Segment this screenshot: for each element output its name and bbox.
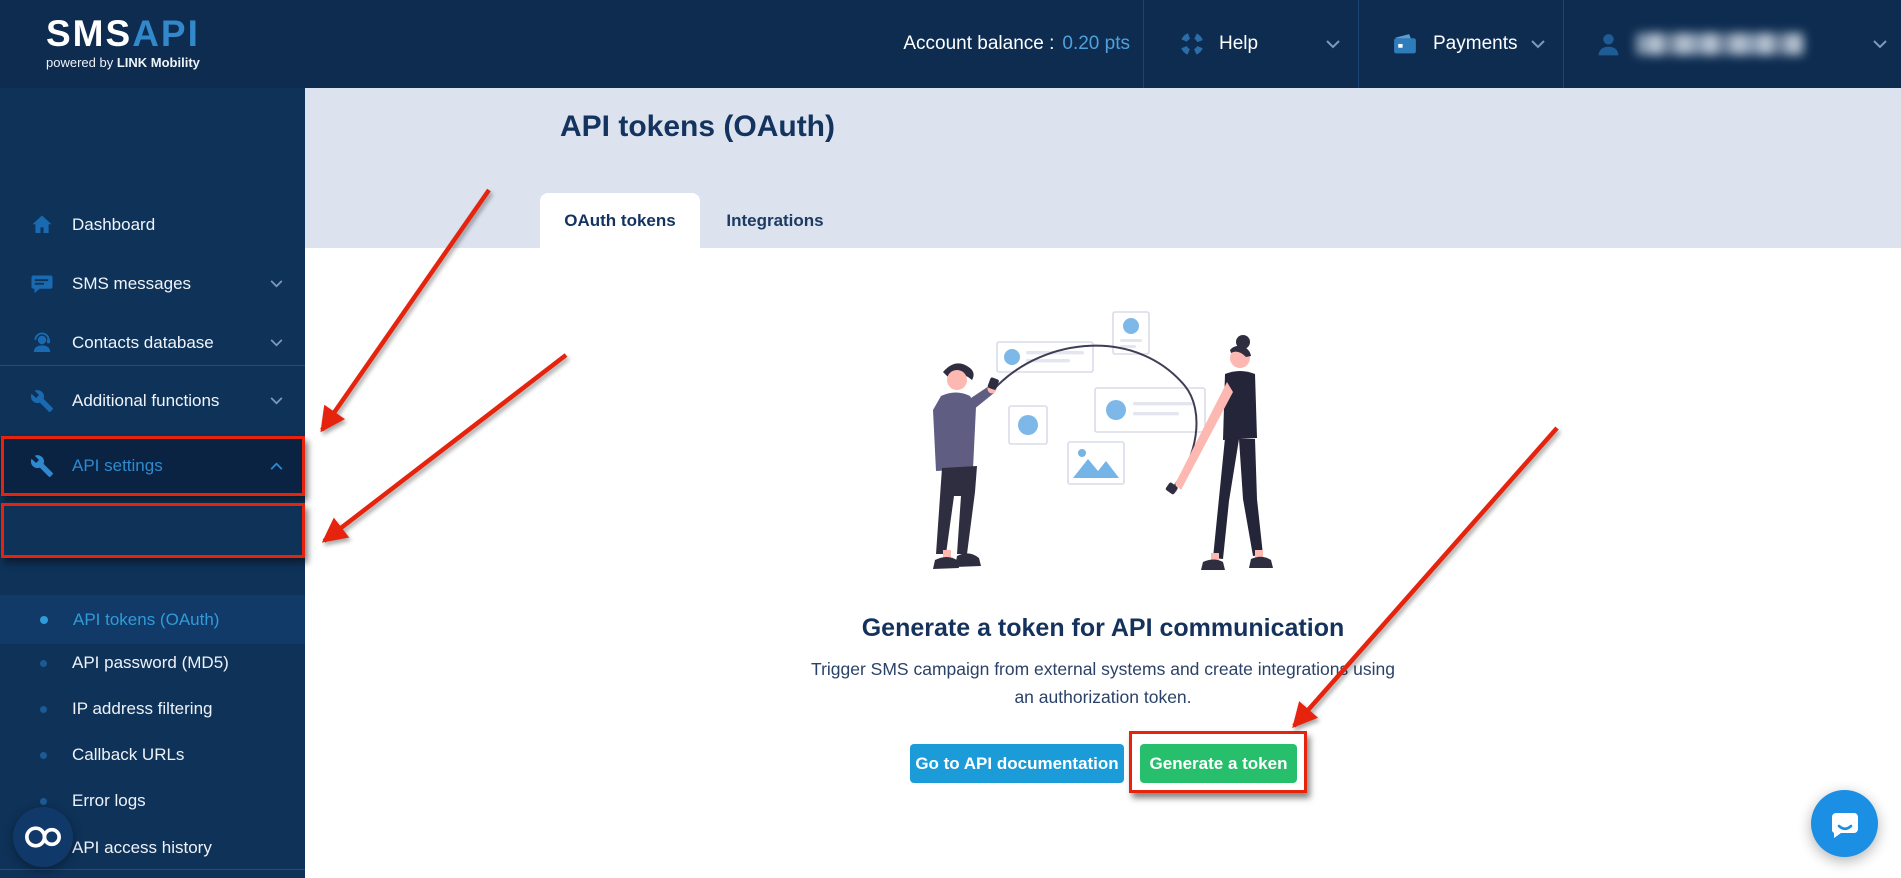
chevron-down-icon (1326, 39, 1340, 48)
chevron-down-icon (270, 339, 283, 347)
sidebar-item-label: SMS messages (72, 274, 192, 293)
sidebar-item-api-settings[interactable]: API settings (0, 438, 305, 494)
logo-text: SMSAPI (46, 14, 204, 54)
user-name-redacted (1636, 33, 1804, 55)
sidebar-subitem-smpp-settings[interactable]: SMPP Settings (0, 874, 305, 878)
go-to-api-documentation-button[interactable]: Go to API documentation (910, 744, 1124, 783)
sidebar-item-label: Contacts database (72, 333, 214, 352)
sidebar-item-label: Dashboard (72, 215, 156, 234)
topbar-divider (1358, 0, 1359, 88)
account-balance-value: 0.20 pts (1062, 33, 1130, 54)
chat-launcher-button[interactable] (1811, 790, 1878, 857)
chevron-down-icon (1531, 39, 1545, 48)
empty-state-description-line2: an authorization token. (1014, 687, 1192, 707)
logo-sms: SMS (46, 13, 133, 54)
sidebar-subitem-callback-urls[interactable]: Callback URLs (0, 735, 305, 775)
bullet-icon (40, 705, 47, 713)
empty-state-description-line1: Trigger SMS campaign from external syste… (811, 659, 1395, 679)
account-balance: Account balance : 0.20 pts (870, 0, 1130, 88)
bullet-icon (40, 659, 47, 667)
sidebar-item-dashboard[interactable]: Dashboard (0, 203, 305, 247)
sidebar-subitem-ip-address-filtering[interactable]: IP address filtering (0, 689, 305, 729)
contacts-icon (33, 332, 51, 352)
tab-label: Integrations (726, 210, 824, 230)
chat-icon (31, 275, 53, 294)
empty-state-heading: Generate a token for API communication (861, 614, 1345, 642)
tab-integrations[interactable]: Integrations (700, 193, 850, 248)
sidebar-item-contacts-database[interactable]: Contacts database (0, 321, 305, 365)
sidebar-subitem-label: API access history (72, 838, 212, 857)
sidebar-subitem-api-tokens-oauth[interactable]: API tokens (OAuth) (0, 595, 305, 644)
chevron-up-icon (270, 462, 283, 470)
account-balance-label: Account balance : (903, 33, 1055, 54)
chat-bubble-icon (1831, 812, 1858, 838)
sidebar-subitem-label: API password (MD5) (72, 653, 229, 672)
tagline-bold: LINK Mobility (116, 55, 200, 70)
sidebar-item-sms-messages[interactable]: SMS messages (0, 262, 305, 306)
topbar-divider (1143, 0, 1144, 88)
sidebar-divider (0, 365, 305, 366)
sidebar-subitem-label: IP address filtering (72, 699, 213, 718)
bullet-icon (40, 751, 47, 759)
help-label: Help (1219, 33, 1259, 54)
smsapi-logo[interactable]: SMSAPI powered by LINK Mobility (46, 14, 204, 71)
help-lifebuoy-icon (1180, 32, 1204, 56)
logo-api: API (132, 13, 200, 54)
chevron-down-icon (270, 397, 283, 405)
user-avatar-icon (1598, 33, 1619, 55)
tab-label: OAuth tokens (564, 210, 676, 230)
topbar-divider (1563, 0, 1564, 88)
sidebar-item-additional-functions[interactable]: Additional functions (0, 379, 305, 423)
chevron-down-icon (270, 280, 283, 288)
tab-oauth-tokens[interactable]: OAuth tokens (540, 193, 700, 248)
wrench-icon (30, 390, 53, 412)
sidebar-item-label: Additional functions (72, 391, 220, 410)
sidebar-subitem-label: Error logs (72, 791, 146, 810)
wallet-icon (1394, 33, 1416, 53)
logo-tagline: powered by LINK Mobility (46, 55, 204, 70)
sidebar-subitem-label: API tokens (OAuth) (73, 609, 220, 629)
empty-state-actions: Go to API documentation Generate a token (910, 744, 1297, 783)
sidebar-subitem-api-password-md5[interactable]: API password (MD5) (0, 643, 305, 683)
cookie-consent-widget[interactable] (13, 807, 73, 867)
payments-label: Payments (1433, 33, 1518, 54)
smsapi-app-window: SMSAPI powered by LINK Mobility Account … (0, 0, 1901, 878)
bullet-icon (40, 797, 47, 805)
page-title: API tokens (OAuth) (560, 110, 835, 143)
user-account-menu[interactable] (1585, 0, 1901, 88)
sidebar-divider (0, 869, 305, 870)
topbar: SMSAPI powered by LINK Mobility Account … (0, 0, 1901, 88)
wrench-icon (30, 455, 53, 477)
chevron-down-icon (1873, 39, 1887, 48)
sidebar: Dashboard SMS messages Contacts database (0, 88, 305, 878)
help-menu[interactable]: Help (1165, 0, 1358, 88)
illustration (933, 311, 1273, 570)
payments-menu[interactable]: Payments (1380, 0, 1563, 88)
home-icon (32, 215, 52, 233)
tagline-normal: powered by (46, 55, 114, 70)
sidebar-subitem-label: Callback URLs (72, 745, 185, 764)
generate-a-token-button[interactable]: Generate a token (1140, 744, 1297, 783)
cookie-chain-icon (25, 826, 61, 848)
sidebar-item-label: API settings (72, 456, 163, 475)
bullet-icon (40, 615, 48, 624)
